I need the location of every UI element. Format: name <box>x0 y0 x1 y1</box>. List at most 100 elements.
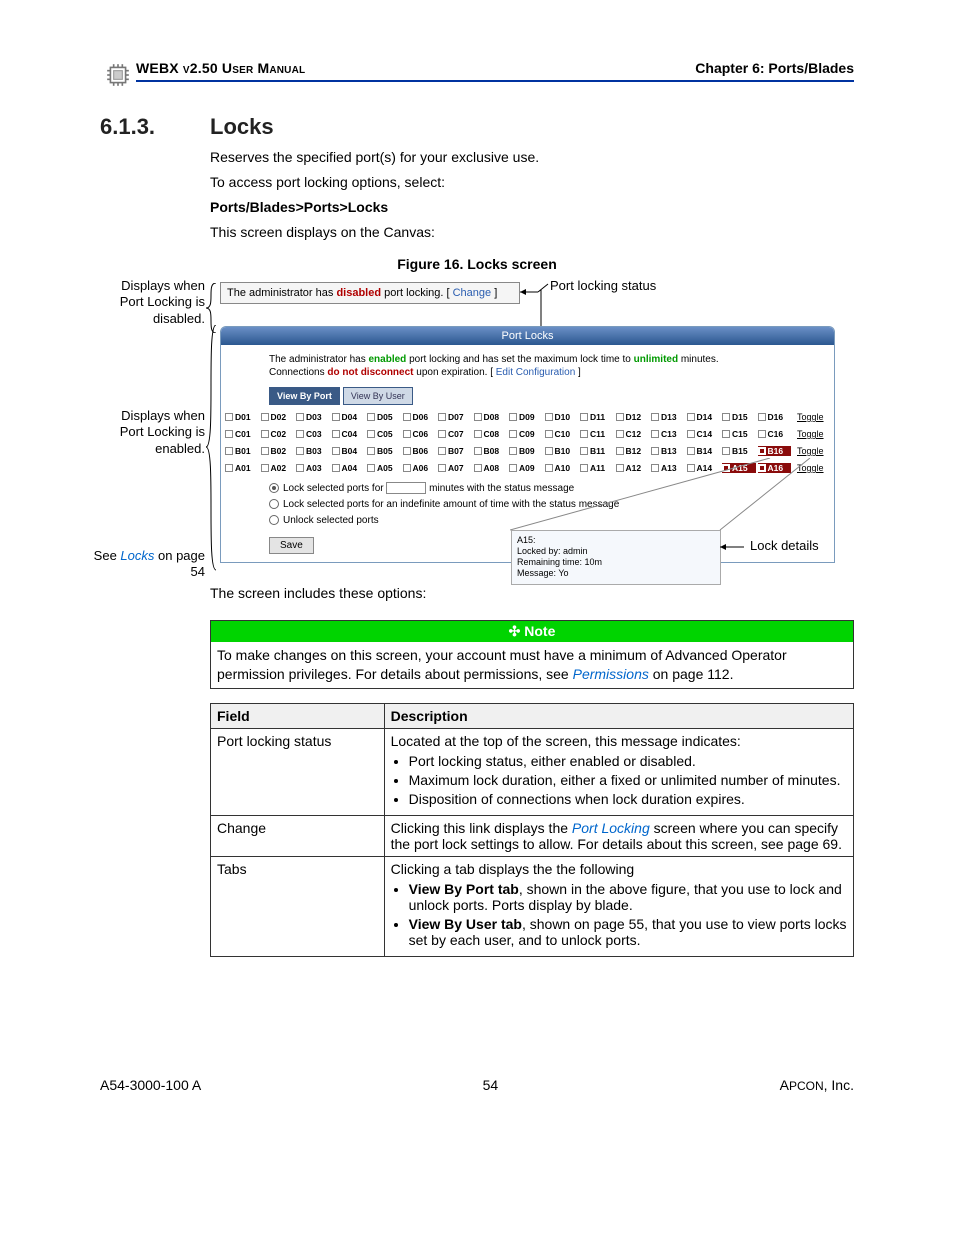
page-header: WEBX v2.50 User Manual Chapter 6: Ports/… <box>136 60 854 82</box>
locks-xref-link[interactable]: Locks <box>120 548 154 563</box>
radio-lock-minutes[interactable] <box>269 483 279 493</box>
port-D15[interactable]: D15 <box>722 412 756 422</box>
port-C15[interactable]: C15 <box>722 429 756 439</box>
footer-center: 54 <box>483 1077 499 1093</box>
port-C09[interactable]: C09 <box>509 429 543 439</box>
port-C01[interactable]: C01 <box>225 429 259 439</box>
port-B07[interactable]: B07 <box>438 446 472 456</box>
port-B14[interactable]: B14 <box>687 446 721 456</box>
page-footer: A54-3000-100 A 54 APCON, Inc. <box>100 1077 854 1093</box>
options-table: Field Description Port locking status Lo… <box>210 703 854 957</box>
port-B04[interactable]: B04 <box>332 446 366 456</box>
port-C07[interactable]: C07 <box>438 429 472 439</box>
port-C11[interactable]: C11 <box>580 429 614 439</box>
port-D08[interactable]: D08 <box>474 412 508 422</box>
port-C06[interactable]: C06 <box>403 429 437 439</box>
port-D04[interactable]: D04 <box>332 412 366 422</box>
port-B13[interactable]: B13 <box>651 446 685 456</box>
header-right: Chapter 6: Ports/Blades <box>695 60 854 76</box>
td-desc-status: Located at the top of the screen, this m… <box>384 729 853 816</box>
section-path: Ports/Blades>Ports>Locks <box>210 198 854 217</box>
port-B10[interactable]: B10 <box>545 446 579 456</box>
port-B12[interactable]: B12 <box>616 446 650 456</box>
port-A01[interactable]: A01 <box>225 463 259 473</box>
section-p1: Reserves the specified port(s) for your … <box>210 148 854 167</box>
port-A02[interactable]: A02 <box>261 463 295 473</box>
edit-config-link[interactable]: Edit Configuration <box>496 367 576 378</box>
figure-caption: Figure 16. Locks screen <box>100 256 854 272</box>
port-B02[interactable]: B02 <box>261 446 295 456</box>
tab-view-by-user[interactable]: View By User <box>343 387 413 405</box>
port-B16[interactable]: B16 <box>758 446 792 456</box>
change-link[interactable]: Change <box>453 287 492 299</box>
panel-title: Port Locks <box>221 327 834 345</box>
port-D03[interactable]: D03 <box>296 412 330 422</box>
port-B08[interactable]: B08 <box>474 446 508 456</box>
toggle-row-D[interactable]: Toggle <box>797 412 827 422</box>
note-box: ✣ Note To make changes on this screen, y… <box>210 620 854 689</box>
port-B09[interactable]: B09 <box>509 446 543 456</box>
port-C14[interactable]: C14 <box>687 429 721 439</box>
p-after: The screen includes these options: <box>210 584 854 603</box>
footer-right: APCON, Inc. <box>780 1077 854 1093</box>
port-D14[interactable]: D14 <box>687 412 721 422</box>
port-row-D: D01D02D03D04D05D06D07D08D09D10D11D12D13D… <box>225 409 830 426</box>
port-B01[interactable]: B01 <box>225 446 259 456</box>
th-desc: Description <box>384 704 853 729</box>
callout-status: Port locking status <box>550 278 656 293</box>
port-B06[interactable]: B06 <box>403 446 437 456</box>
radio-unlock[interactable] <box>269 515 279 525</box>
port-D12[interactable]: D12 <box>616 412 650 422</box>
toggle-row-C[interactable]: Toggle <box>797 429 827 439</box>
td-field-change: Change <box>211 816 385 857</box>
port-C03[interactable]: C03 <box>296 429 330 439</box>
port-D09[interactable]: D09 <box>509 412 543 422</box>
header-left: WEBX v2.50 User Manual <box>136 60 305 76</box>
port-A07[interactable]: A07 <box>438 463 472 473</box>
port-C12[interactable]: C12 <box>616 429 650 439</box>
port-A04[interactable]: A04 <box>332 463 366 473</box>
permissions-link[interactable]: Permissions <box>573 666 649 682</box>
port-D10[interactable]: D10 <box>545 412 579 422</box>
save-button[interactable]: Save <box>269 537 314 554</box>
toggle-row-B[interactable]: Toggle <box>797 446 827 456</box>
port-row-C: C01C02C03C04C05C06C07C08C09C10C11C12C13C… <box>225 426 830 443</box>
port-B05[interactable]: B05 <box>367 446 401 456</box>
lock-tooltip: A15: Locked by: admin Remaining time: 10… <box>511 530 721 585</box>
port-B03[interactable]: B03 <box>296 446 330 456</box>
td-desc-tabs: Clicking a tab displays the the followin… <box>384 857 853 957</box>
section-p2: To access port locking options, select: <box>210 173 854 192</box>
callout-enabled: Displays when Port Locking is enabled. <box>95 408 205 459</box>
port-A03[interactable]: A03 <box>296 463 330 473</box>
port-D16[interactable]: D16 <box>758 412 792 422</box>
port-D06[interactable]: D06 <box>403 412 437 422</box>
port-D11[interactable]: D11 <box>580 412 614 422</box>
th-field: Field <box>211 704 385 729</box>
port-D13[interactable]: D13 <box>651 412 685 422</box>
callout-lock-details: Lock details <box>750 538 819 553</box>
port-C02[interactable]: C02 <box>261 429 295 439</box>
port-locking-link[interactable]: Port Locking <box>572 820 650 836</box>
port-C16[interactable]: C16 <box>758 429 792 439</box>
port-C04[interactable]: C04 <box>332 429 366 439</box>
port-D05[interactable]: D05 <box>367 412 401 422</box>
port-D01[interactable]: D01 <box>225 412 259 422</box>
section-p3: This screen displays on the Canvas: <box>210 223 854 242</box>
panel-intro: The administrator has enabled port locki… <box>221 345 834 385</box>
radio-lock-indef[interactable] <box>269 499 279 509</box>
port-D02[interactable]: D02 <box>261 412 295 422</box>
port-A05[interactable]: A05 <box>367 463 401 473</box>
port-D07[interactable]: D07 <box>438 412 472 422</box>
port-A08[interactable]: A08 <box>474 463 508 473</box>
tab-view-by-port[interactable]: View By Port <box>269 387 340 405</box>
callout-see-locks: See Locks on page 54 <box>87 548 205 582</box>
port-C05[interactable]: C05 <box>367 429 401 439</box>
port-C13[interactable]: C13 <box>651 429 685 439</box>
port-B15[interactable]: B15 <box>722 446 756 456</box>
port-C08[interactable]: C08 <box>474 429 508 439</box>
section-heading: 6.1.3.Locks <box>100 114 854 140</box>
port-A06[interactable]: A06 <box>403 463 437 473</box>
port-B11[interactable]: B11 <box>580 446 614 456</box>
minutes-input[interactable] <box>386 482 426 494</box>
port-C10[interactable]: C10 <box>545 429 579 439</box>
